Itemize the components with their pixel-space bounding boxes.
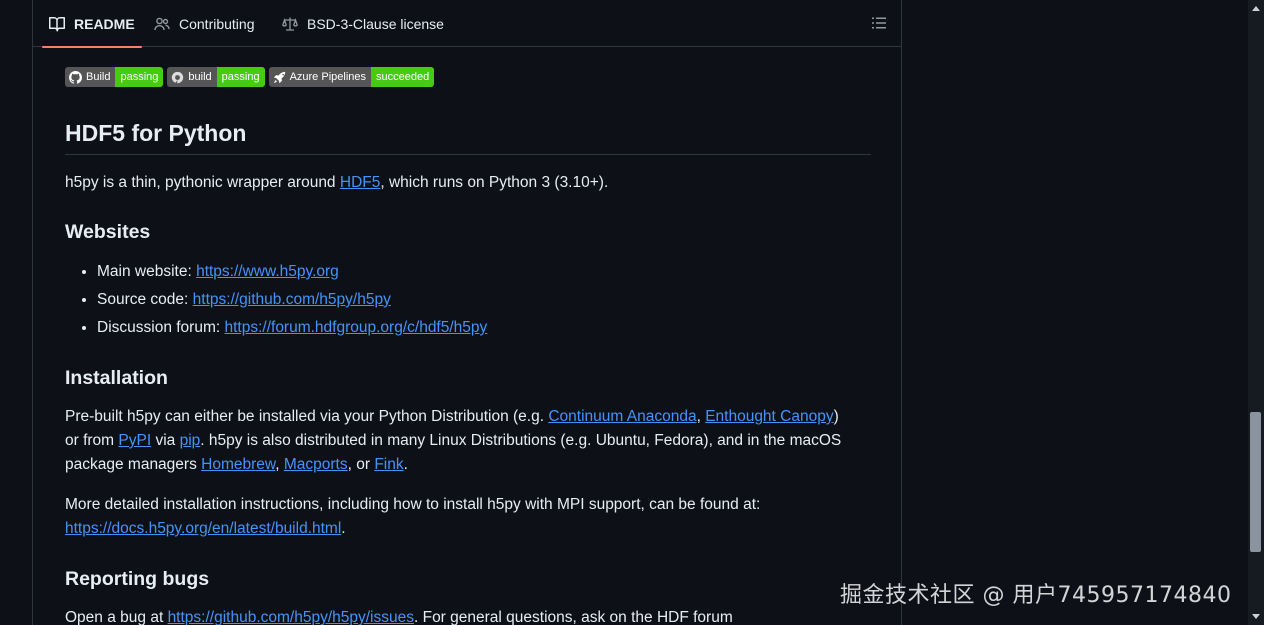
badge-value: passing (115, 67, 164, 87)
badge-label: Azure Pipelines (289, 71, 366, 83)
tab-readme-label: README (74, 15, 135, 32)
scroll-down-arrow-icon[interactable] (1252, 614, 1260, 619)
page-scrollbar[interactable] (1248, 0, 1264, 625)
anaconda-link[interactable]: Continuum Anaconda (548, 408, 696, 425)
page: README Contributing BSD-3-Clause license (0, 0, 1264, 625)
github-icon (69, 70, 82, 84)
badge-value: passing (216, 67, 265, 87)
scroll-up-arrow-icon[interactable] (1252, 6, 1260, 11)
build-docs-link[interactable]: https://docs.h5py.org/en/latest/build.ht… (65, 520, 341, 537)
list-icon (872, 17, 886, 29)
canopy-link[interactable]: Enthought Canopy (705, 408, 833, 425)
people-icon (154, 16, 170, 32)
azure-pipelines-badge[interactable]: Azure Pipelines succeeded (268, 67, 435, 87)
intro-paragraph: h5py is a thin, pythonic wrapper around … (65, 174, 609, 191)
badge-row: Build passing build passing Azure Pipeli… (65, 67, 438, 87)
list-item: Source code: https://github.com/h5py/h5p… (97, 286, 487, 314)
tab-readme[interactable]: README (42, 0, 142, 48)
book-icon (49, 16, 65, 32)
tab-contributing-label: Contributing (179, 15, 255, 32)
appveyor-icon (172, 71, 184, 83)
tab-contributing[interactable]: Contributing (154, 0, 255, 47)
fink-link[interactable]: Fink (374, 456, 403, 473)
tab-license-label: BSD-3-Clause license (307, 15, 444, 32)
pip-link[interactable]: pip (180, 432, 201, 449)
readme-container: README Contributing BSD-3-Clause license (32, 0, 902, 625)
macports-link[interactable]: Macports (284, 456, 348, 473)
list-item: Discussion forum: https://forum.hdfgroup… (97, 314, 487, 342)
main-website-link[interactable]: https://www.h5py.org (196, 263, 339, 280)
hdf5-link[interactable]: HDF5 (340, 174, 380, 191)
watermark: 掘金技术社区 @ 用户745957174840 (840, 583, 1232, 608)
homebrew-link[interactable]: Homebrew (201, 456, 275, 473)
discussion-forum-link[interactable]: https://forum.hdfgroup.org/c/hdf5/h5py (224, 319, 487, 336)
websites-heading: Websites (65, 221, 151, 243)
tab-license[interactable]: BSD-3-Clause license (282, 0, 444, 47)
law-icon (282, 16, 298, 32)
installation-docs-paragraph: More detailed installation instructions,… (65, 496, 761, 537)
installation-paragraph: Pre-built h5py can either be installed v… (65, 408, 842, 473)
issues-link[interactable]: https://github.com/h5py/h5py/issues (168, 609, 414, 625)
badge-label: build (188, 71, 212, 83)
source-code-link[interactable]: https://github.com/h5py/h5py (193, 291, 391, 308)
scrollbar-thumb[interactable] (1250, 412, 1261, 552)
list-item: Main website: https://www.h5py.org (97, 258, 487, 286)
pypi-link[interactable]: PyPI (118, 432, 151, 449)
reporting-bugs-heading: Reporting bugs (65, 568, 210, 590)
badge-value: succeeded (371, 67, 435, 87)
badge-label: Build (86, 71, 111, 83)
rocket-icon (273, 71, 285, 83)
github-build-badge[interactable]: Build passing (65, 67, 164, 87)
outline-toggle-button[interactable] (871, 15, 887, 31)
readme-tabbar: README Contributing BSD-3-Clause license (33, 0, 902, 48)
websites-list: Main website: https://www.h5py.org Sourc… (65, 258, 487, 342)
installation-heading: Installation (65, 367, 168, 389)
bugs-paragraph: Open a bug at https://github.com/h5py/h5… (65, 609, 733, 625)
readme-title: HDF5 for Python (65, 118, 871, 155)
appveyor-build-badge[interactable]: build passing (167, 67, 265, 87)
